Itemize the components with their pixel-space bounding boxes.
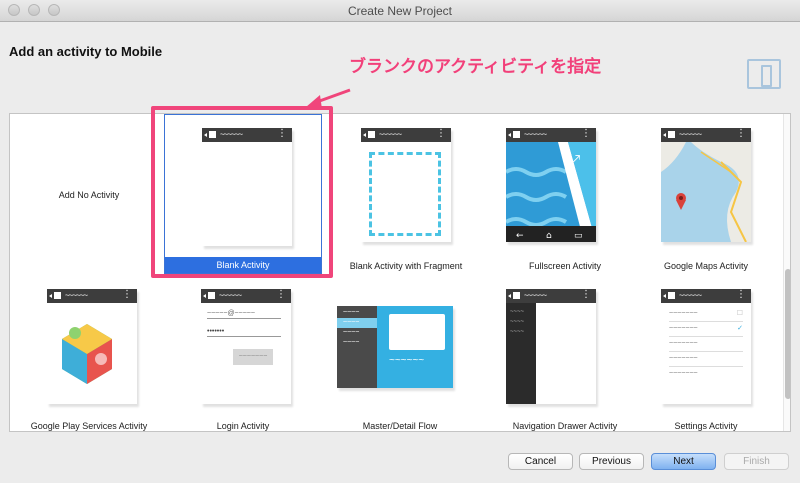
activity-card-maps[interactable]: ~~~~~~ ⋮ Google Maps Activity	[627, 114, 785, 274]
drawer-pane: ~~~~ ~~~~ ~~~~	[506, 303, 536, 404]
nav-drawer-thumbnail: ~~~~~~ ⋮ ~~~~ ~~~~ ~~~~	[506, 289, 596, 404]
maps-thumbnail: ~~~~~~ ⋮	[661, 128, 751, 242]
login-thumbnail: ~~~~~~ ⋮ ~~~~~@~~~~~ ••••••• ~~~~~~~	[201, 289, 291, 404]
next-button[interactable]: Next	[651, 453, 716, 470]
sign-in-button: ~~~~~~~	[233, 349, 273, 365]
activity-label: Login Activity	[216, 421, 270, 431]
scrollbar-thumb[interactable]	[785, 269, 790, 399]
fragment-placeholder	[369, 152, 441, 236]
svg-text:←: ←	[516, 231, 524, 241]
activity-card-settings[interactable]: ~~~~~~ ⋮ ~~~~~~~ ☐ ~~~~~~~ ✓ ~~~~~~~ ~~~…	[627, 284, 785, 431]
window-title: Create New Project	[347, 4, 453, 18]
activity-label: Google Maps Activity	[663, 261, 749, 271]
window-titlebar: Create New Project	[0, 0, 800, 22]
master-detail-thumbnail: ~~~~ ~~~~ ~~~~ ~~~~ ~~~~~~	[337, 306, 453, 388]
activity-label: Add No Activity	[58, 190, 120, 200]
play-services-thumbnail: ~~~~~~ ⋮	[47, 289, 137, 404]
activity-label: Settings Activity	[674, 421, 738, 431]
activity-label: Blank Activity with Fragment	[349, 261, 463, 271]
previous-button[interactable]: Previous	[579, 453, 644, 470]
highlight-frame	[151, 106, 333, 278]
gallery-scrollbar[interactable]	[783, 114, 790, 431]
master-pane: ~~~~ ~~~~ ~~~~ ~~~~	[337, 306, 377, 388]
password-field: •••••••	[207, 327, 281, 337]
svg-text:▭: ▭	[574, 231, 583, 241]
fullscreen-thumbnail: ~~~~~~ ⋮ ← ⌂ ▭ ⤢	[506, 128, 596, 242]
activity-card-blank-fragment[interactable]: ~~~~~~ ⋮ Blank Activity with Fragment	[327, 114, 485, 274]
cancel-button[interactable]: Cancel	[508, 453, 573, 470]
wizard-footer: Cancel Previous Next Finish	[0, 440, 800, 483]
settings-thumbnail: ~~~~~~ ⋮ ~~~~~~~ ☐ ~~~~~~~ ✓ ~~~~~~~ ~~~…	[661, 289, 751, 404]
page-title: Add an activity to Mobile	[9, 44, 163, 59]
activity-card-nav-drawer[interactable]: ~~~~~~ ⋮ ~~~~ ~~~~ ~~~~ Navigation Drawe…	[486, 284, 644, 431]
activity-gallery: Add No Activity ~~~~~~ ⋮ Blank Activity …	[9, 113, 791, 432]
play-services-logo	[62, 324, 112, 384]
activity-label: Google Play Services Activity	[30, 421, 148, 431]
annotation-text: ブランクのアクティビティを指定	[349, 57, 602, 76]
activity-label: Navigation Drawer Activity	[512, 421, 618, 431]
finish-button[interactable]: Finish	[724, 453, 789, 470]
svg-text:⌂: ⌂	[546, 231, 552, 241]
email-field: ~~~~~@~~~~~	[207, 309, 281, 319]
activity-card-fullscreen[interactable]: ~~~~~~ ⋮ ← ⌂ ▭ ⤢ Fullscreen Activity	[486, 114, 644, 274]
activity-label: Fullscreen Activity	[528, 261, 602, 271]
activity-card-login[interactable]: ~~~~~~ ⋮ ~~~~~@~~~~~ ••••••• ~~~~~~~ Log…	[164, 284, 322, 431]
map-graphic	[661, 142, 751, 242]
activity-card-none[interactable]: Add No Activity	[10, 114, 168, 274]
settings-list: ~~~~~~~ ☐ ~~~~~~~ ✓ ~~~~~~~ ~~~~~~~ ~~~~…	[669, 307, 743, 381]
blank-fragment-thumbnail: ~~~~~~ ⋮	[361, 128, 451, 242]
mobile-device-icon	[747, 59, 781, 89]
activity-label: Master/Detail Flow	[362, 421, 438, 431]
activity-card-play-services[interactable]: ~~~~~~ ⋮ Google Play Services Activity	[10, 284, 168, 431]
detail-card	[389, 314, 445, 350]
expand-icon: ⤢	[567, 151, 581, 170]
activity-card-master-detail[interactable]: ~~~~ ~~~~ ~~~~ ~~~~ ~~~~~~ Master/Detail…	[321, 284, 479, 431]
